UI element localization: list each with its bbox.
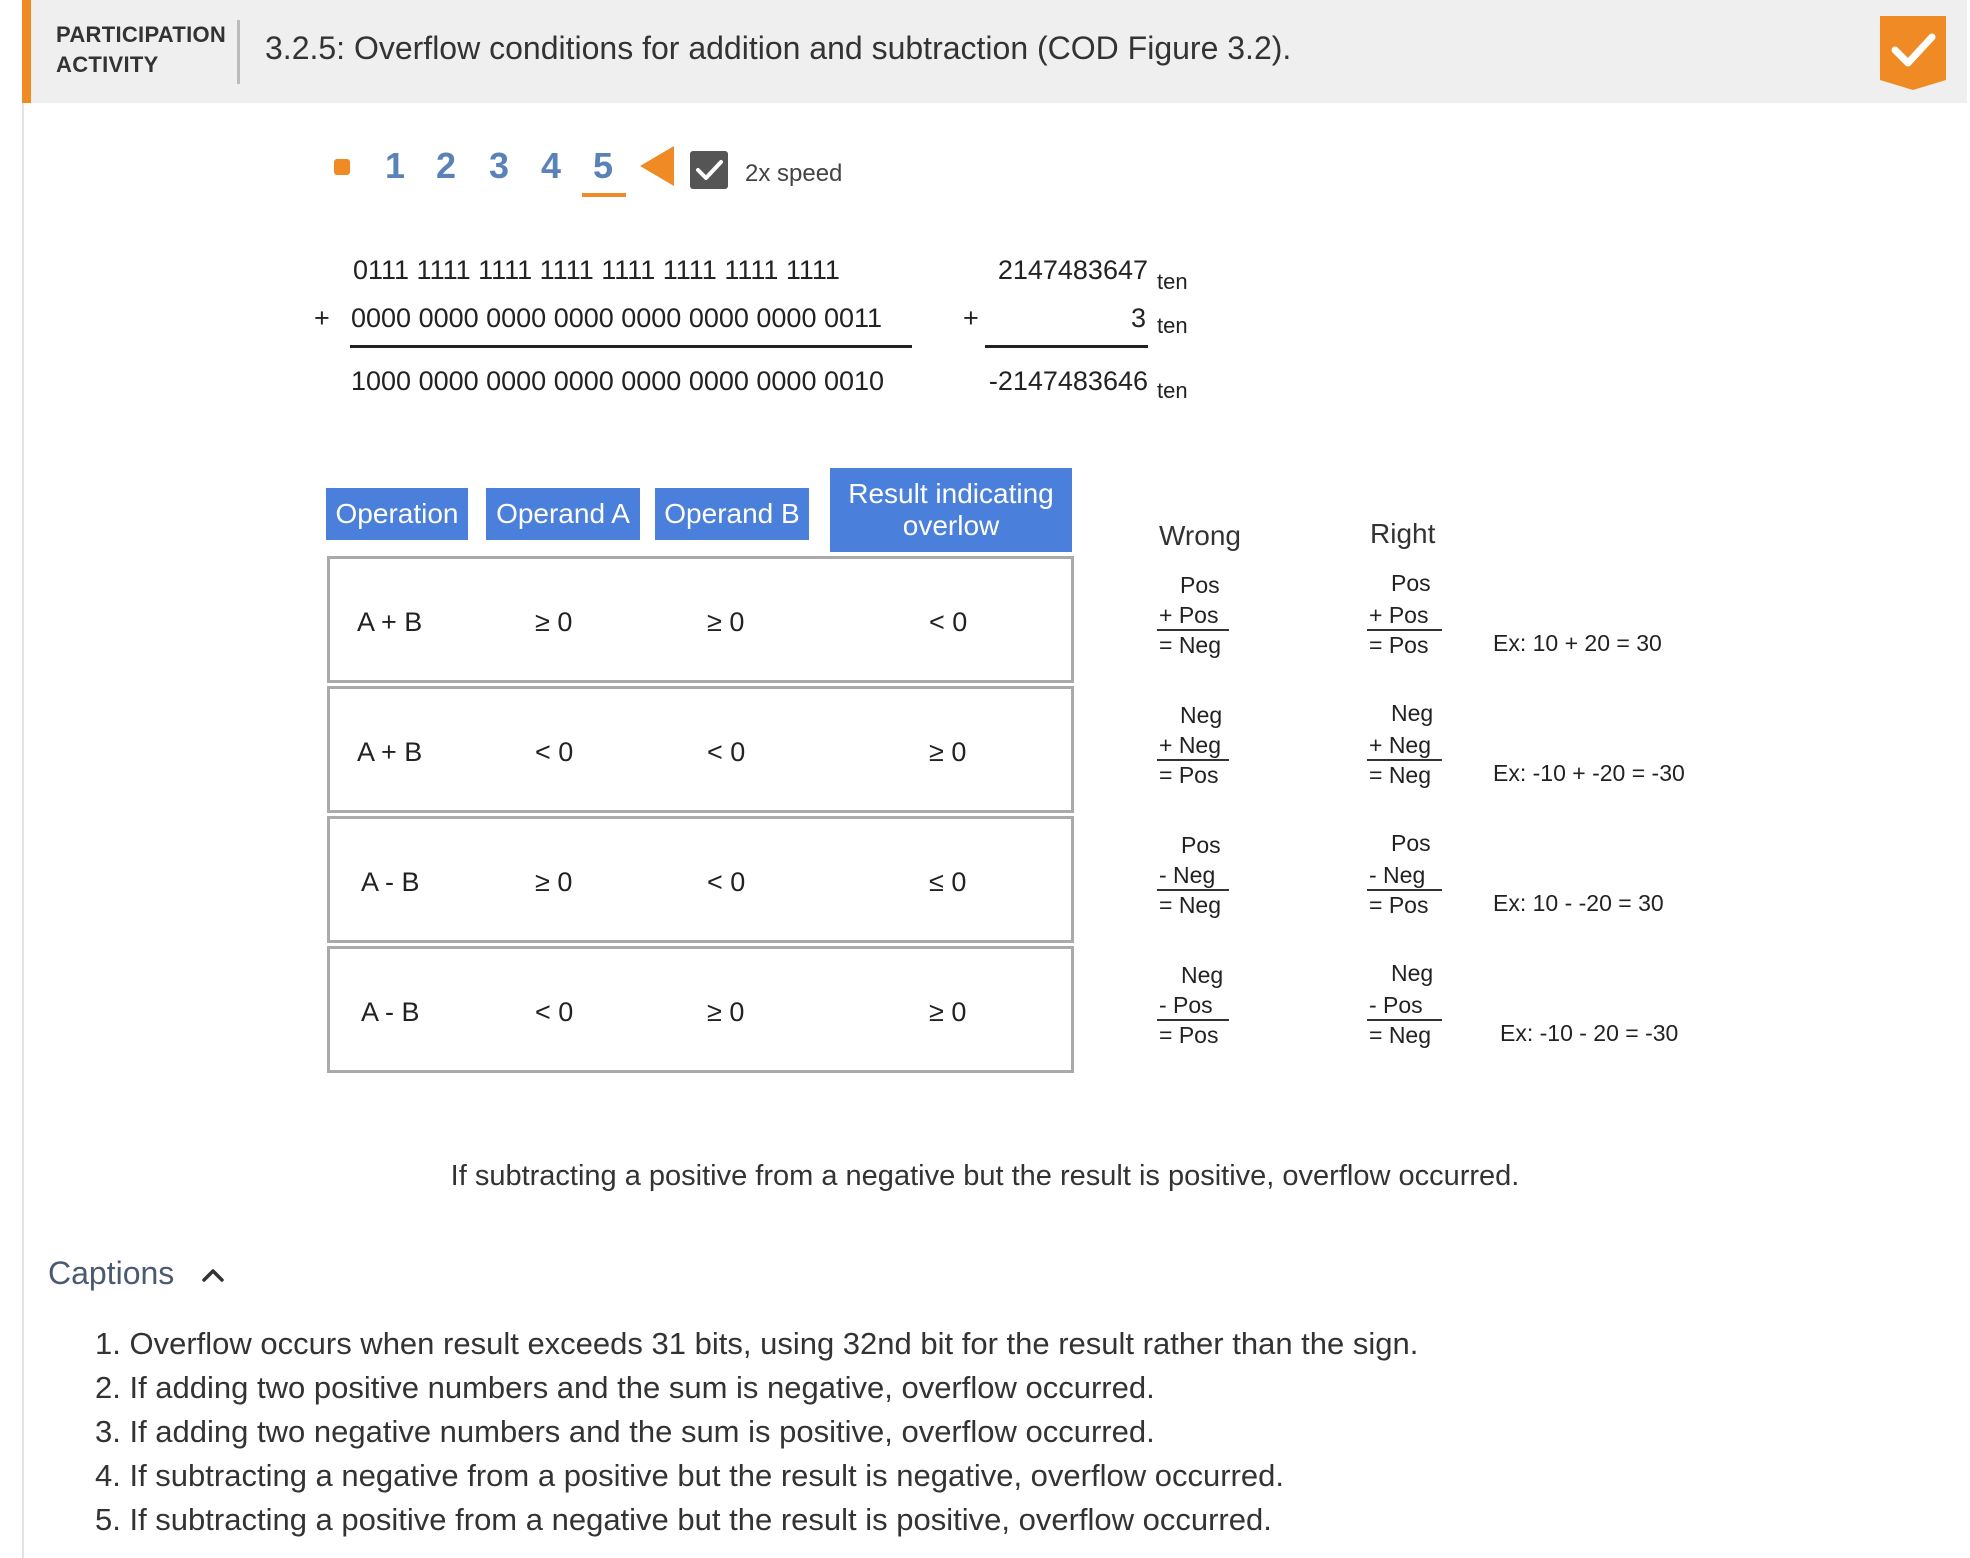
wrong-heading: Wrong: [1159, 520, 1241, 551]
cell-operand-b: ≥ 0: [707, 997, 745, 1027]
right-line-3: = Neg: [1369, 1022, 1432, 1048]
right-rule: [1367, 1019, 1442, 1021]
caption-item: 3. If adding two negative numbers and th…: [95, 1414, 1155, 1449]
right-line-1: Neg: [1391, 700, 1434, 726]
stop-icon[interactable]: [334, 159, 350, 175]
wrong-line-2: + Neg: [1159, 732, 1222, 758]
cell-operand-a: ≥ 0: [535, 867, 573, 897]
right-line-3: = Pos: [1369, 892, 1429, 918]
step-1-button[interactable]: 1: [385, 145, 405, 187]
cell-result: < 0: [929, 607, 968, 637]
example-text: Ex: -10 - 20 = -30: [1500, 1020, 1679, 1046]
decimal-result: -2147483646: [988, 366, 1148, 396]
decimal-plus-sign: +: [963, 303, 979, 333]
wrong-line-3: = Pos: [1159, 1022, 1219, 1048]
wrong-line-2: + Pos: [1159, 602, 1219, 628]
speed-label: 2x speed: [745, 160, 843, 187]
right-rule: [1367, 629, 1442, 631]
cell-operand-b: < 0: [707, 737, 746, 767]
base-label: ten: [1157, 378, 1188, 403]
decimal-operand-b: 3: [1130, 303, 1146, 333]
right-line-1: Neg: [1391, 960, 1434, 986]
decimal-operand-a: 2147483647: [997, 255, 1148, 285]
base-label: ten: [1157, 313, 1188, 338]
step-4-button[interactable]: 4: [541, 145, 561, 187]
cell-operation: A + B: [357, 607, 423, 637]
right-line-2: - Neg: [1369, 862, 1426, 888]
caption-item: 2. If adding two positive numbers and th…: [95, 1370, 1155, 1405]
binary-sum-line: [350, 345, 912, 348]
chevron-up-icon[interactable]: [200, 1262, 226, 1288]
step-3-button[interactable]: 3: [489, 145, 509, 187]
wrong-rule: [1157, 1019, 1229, 1021]
header-operand-a: Operand A: [486, 488, 640, 540]
binary-operand-a: 0111 1111 1111 1111 1111 1111 1111 1111: [353, 255, 840, 285]
speed-checkbox[interactable]: [690, 151, 728, 189]
cell-operation: A - B: [361, 997, 420, 1027]
cell-result: ≥ 0: [929, 737, 967, 767]
right-line-1: Pos: [1391, 570, 1431, 596]
animation-caption: If subtracting a positive from a negativ…: [450, 1160, 1520, 1192]
cell-operation: A - B: [361, 867, 420, 897]
right-rule: [1367, 759, 1442, 761]
header-divider: [237, 20, 240, 84]
cell-result: ≥ 0: [929, 997, 967, 1027]
wrong-line-3: = Neg: [1159, 632, 1222, 658]
step-2-button[interactable]: 2: [436, 145, 456, 187]
binary-result: 1000 0000 0000 0000 0000 0000 0000 0010: [351, 366, 885, 396]
content-left-border: [22, 103, 24, 1558]
wrong-line-1: Pos: [1180, 572, 1220, 598]
caption-item: 4. If subtracting a negative from a posi…: [95, 1458, 1284, 1493]
checkmark-icon: [696, 160, 723, 180]
cell-operand-b: < 0: [707, 867, 746, 897]
right-line-3: = Pos: [1369, 632, 1429, 658]
captions-list: 1. Overflow occurs when result exceeds 3…: [95, 1322, 1418, 1542]
decimal-sum-line: [985, 345, 1148, 348]
back-arrow-icon[interactable]: [640, 146, 674, 186]
caption-item: 5. If subtracting a positive from a nega…: [95, 1502, 1272, 1537]
label-line-2: ACTIVITY: [56, 52, 159, 77]
cell-operand-a: < 0: [535, 737, 574, 767]
wrong-line-3: = Neg: [1159, 892, 1222, 918]
wrong-rule: [1157, 889, 1229, 891]
right-line-2: + Pos: [1369, 602, 1429, 628]
wrong-line-1: Pos: [1181, 832, 1221, 858]
caption-item: 1. Overflow occurs when result exceeds 3…: [95, 1326, 1419, 1361]
binary-operand-b: 0000 0000 0000 0000 0000 0000 0000 0011: [351, 303, 883, 333]
cell-result: ≤ 0: [929, 867, 967, 897]
captions-toggle[interactable]: Captions: [48, 1255, 174, 1292]
example-text: Ex: -10 + -20 = -30: [1493, 760, 1685, 786]
header-operand-b: Operand B: [655, 488, 809, 540]
example-text: Ex: 10 - -20 = 30: [1493, 890, 1664, 916]
label-line-1: PARTICIPATION: [56, 22, 227, 47]
right-line-1: Pos: [1391, 830, 1431, 856]
participation-activity-label: PARTICIPATION ACTIVITY: [56, 20, 226, 80]
step-5-button[interactable]: 5: [593, 145, 613, 187]
right-line-3: = Neg: [1369, 762, 1432, 788]
wrong-line-1: Neg: [1181, 962, 1224, 988]
cell-operand-a: ≥ 0: [535, 607, 573, 637]
right-line-2: + Neg: [1369, 732, 1432, 758]
header-accent-bar: [22, 0, 31, 103]
completion-check-icon: [1880, 16, 1946, 90]
wrong-line-3: = Pos: [1159, 762, 1219, 788]
wrong-line-1: Neg: [1180, 702, 1223, 728]
base-label: ten: [1157, 269, 1188, 294]
wrong-rule: [1157, 759, 1229, 761]
wrong-line-2: - Neg: [1159, 862, 1216, 888]
current-step-indicator: [582, 193, 626, 197]
activity-title: 3.2.5: Overflow conditions for addition …: [265, 30, 1292, 66]
header-result: Result indicating overlow: [830, 468, 1072, 552]
right-heading: Right: [1370, 518, 1436, 549]
right-line-2: - Pos: [1369, 992, 1423, 1018]
right-rule: [1367, 889, 1442, 891]
wrong-line-2: - Pos: [1159, 992, 1213, 1018]
wrong-rule: [1157, 629, 1229, 631]
cell-operand-a: < 0: [535, 997, 574, 1027]
cell-operand-b: ≥ 0: [707, 607, 745, 637]
example-text: Ex: 10 + 20 = 30: [1493, 630, 1662, 656]
cell-operation: A + B: [357, 737, 423, 767]
binary-plus-sign: +: [314, 303, 330, 333]
header-operation: Operation: [326, 488, 468, 540]
